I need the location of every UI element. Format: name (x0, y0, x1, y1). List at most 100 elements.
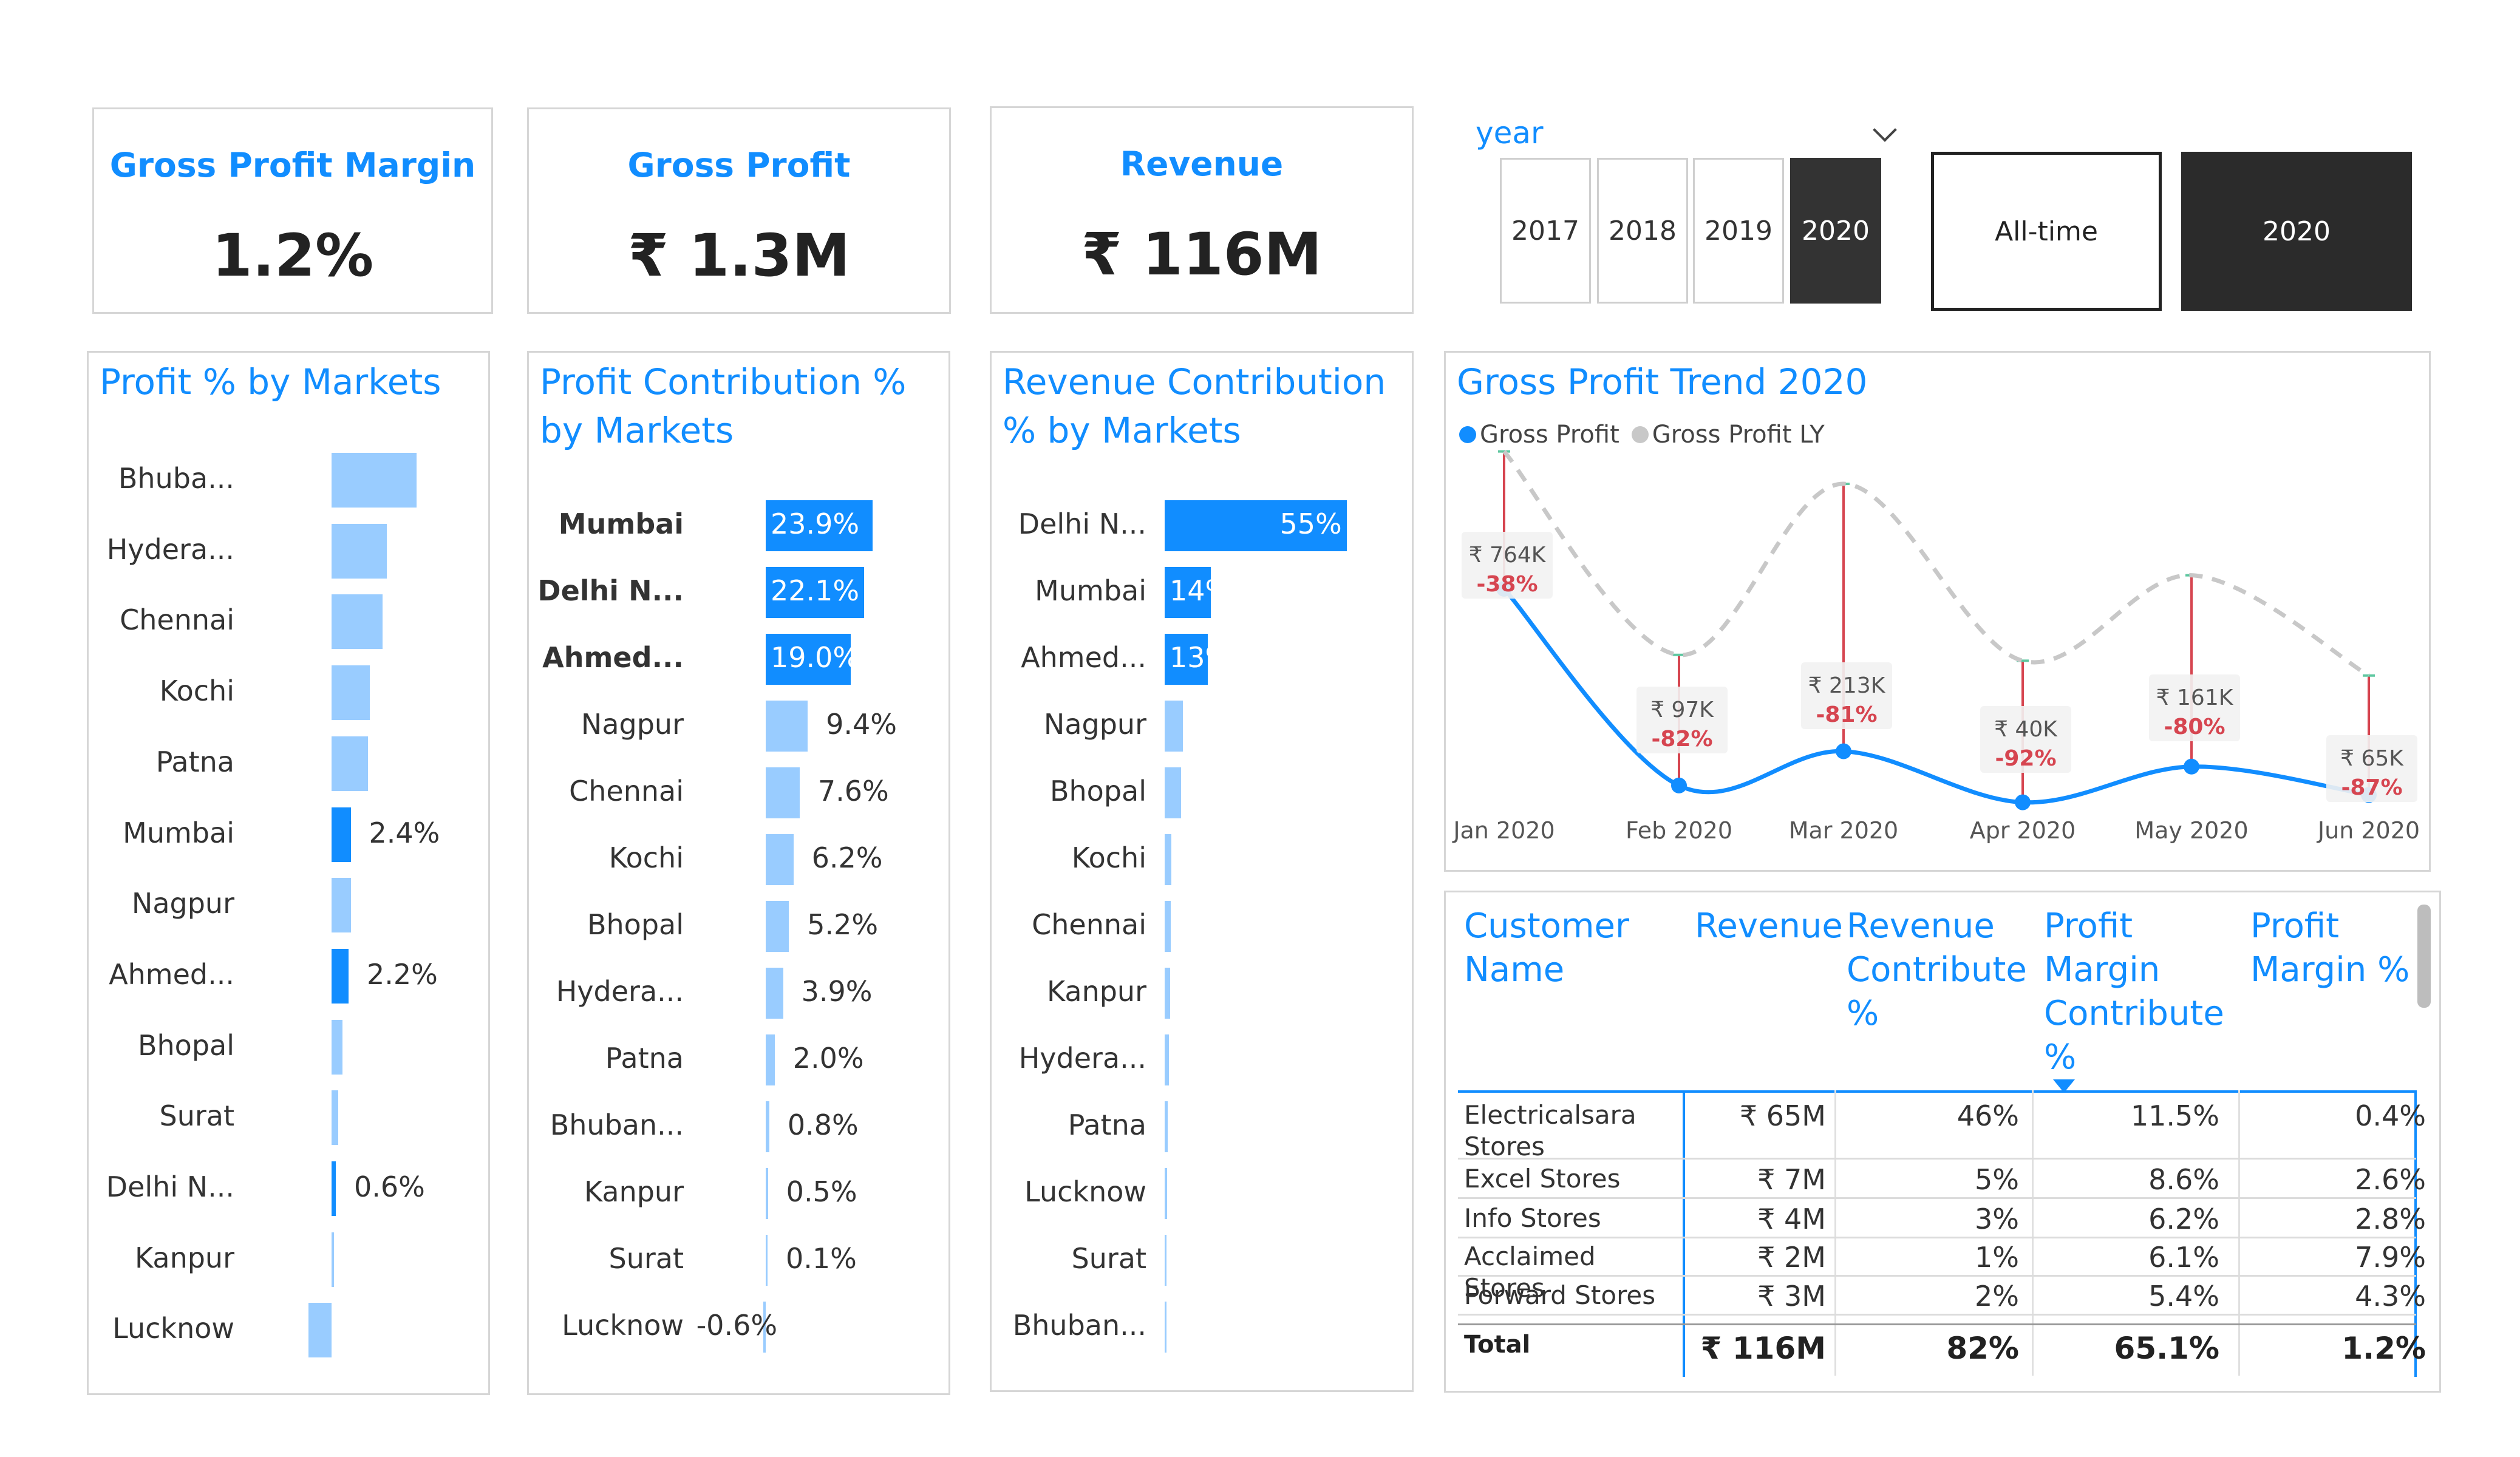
customer-name-cell: Electricalsara Stores (1464, 1100, 1636, 1161)
market-label: Hydera... (106, 532, 234, 566)
customer-table-panel: Customer Name Revenue Revenue Contribute… (1444, 891, 2441, 1393)
table-cell: 5.4% (2148, 1280, 2219, 1313)
market-bar[interactable] (332, 948, 349, 1004)
market-bar[interactable] (1165, 1235, 1166, 1286)
market-label: Kochi (159, 674, 234, 708)
market-bar[interactable] (1165, 1034, 1169, 1085)
table-cell: 8.6% (2148, 1163, 2219, 1196)
market-label: Nagpur (581, 708, 684, 741)
chevron-down-icon[interactable] (1873, 118, 1897, 142)
table-cell: ₹ 3M (1757, 1280, 1826, 1313)
table-cell: 46% (1956, 1099, 2019, 1132)
panel-title: Profit Contribution % by Markets (540, 361, 907, 451)
market-bar[interactable] (332, 878, 351, 933)
market-bar[interactable] (766, 901, 789, 952)
market-bar[interactable] (766, 834, 794, 885)
kpi-title: Gross Profit (627, 146, 851, 185)
market-label: Delhi N... (1018, 508, 1146, 540)
market-bar[interactable] (332, 1090, 338, 1146)
market-bar[interactable] (1165, 1168, 1168, 1219)
market-bar[interactable] (332, 1161, 336, 1216)
market-bar[interactable] (766, 1101, 769, 1152)
year-option-2018[interactable]: 2018 (1597, 158, 1688, 304)
year-slicer-label: year (1476, 115, 1544, 151)
market-bar[interactable] (1165, 834, 1171, 885)
year-option-2017[interactable]: 2017 (1500, 158, 1591, 304)
market-bar[interactable] (1165, 968, 1170, 1019)
market-bar[interactable] (332, 594, 383, 650)
market-label: Bhopal (587, 908, 684, 941)
bar-value-label: 3.9% (801, 975, 873, 1008)
year-2020-button[interactable]: 2020 (2181, 152, 2412, 311)
bar-value-label: 19.0% (771, 641, 860, 674)
year-option-2019[interactable]: 2019 (1693, 158, 1784, 304)
bar-value-label: 0.1% (786, 1242, 857, 1275)
change-label: -38% (1476, 572, 1538, 597)
kpi-value: ₹ 1.3M (628, 222, 850, 290)
column-divider (2032, 1090, 2034, 1376)
market-bar[interactable] (308, 1303, 332, 1358)
total-cell: ₹ 116M (1700, 1331, 1826, 1366)
bar-value-label: 23.9% (771, 508, 860, 540)
market-bar[interactable] (766, 1235, 768, 1286)
table-cell: 1% (1975, 1241, 2019, 1274)
table-cell: 2.8% (2355, 1203, 2426, 1235)
market-label: Hydera... (556, 975, 684, 1008)
table-cell: 3% (1975, 1203, 2019, 1235)
market-label: Ahmed... (542, 641, 684, 674)
market-bar[interactable] (332, 453, 417, 508)
change-label: -82% (1651, 727, 1712, 752)
table-body: Electricalsara Stores ₹ 65M 46% 11.5% 0.4% Ex… (1446, 892, 2442, 1390)
table-cell: 7.9% (2355, 1241, 2426, 1274)
row-divider (1458, 1197, 2416, 1199)
panel-title: Revenue Contribution % by Markets (1003, 361, 1386, 451)
row-divider (1458, 1314, 2416, 1316)
kpi-title: Revenue (1120, 144, 1284, 183)
market-bar[interactable] (332, 736, 368, 791)
market-bar[interactable] (766, 1168, 768, 1219)
market-bar[interactable] (1165, 1302, 1166, 1353)
value-label: ₹ 97K (1650, 698, 1714, 722)
market-label: Hydera... (1018, 1042, 1146, 1075)
change-label: -80% (2164, 715, 2225, 739)
kpi-value: 1.2% (211, 222, 374, 290)
bar-value-label: 2.4% (369, 816, 440, 849)
total-cell: 82% (1946, 1331, 2019, 1366)
market-bar[interactable] (332, 1019, 342, 1075)
market-label: Lucknow (1024, 1175, 1146, 1208)
market-bar[interactable] (1165, 767, 1182, 818)
kpi-card-gross-profit-margin: Gross Profit Margin 1.2% (92, 107, 493, 314)
market-bar[interactable] (766, 701, 808, 752)
row-divider (1458, 1237, 2416, 1238)
total-label: Total (1464, 1331, 1531, 1359)
bar-value-label: 55% (1279, 508, 1342, 540)
column-divider (1834, 1090, 1836, 1376)
market-bar[interactable] (766, 1034, 775, 1085)
bar-value-label: 0.6% (354, 1170, 425, 1203)
year-option-2020[interactable]: 2020 (1790, 158, 1881, 304)
market-label: Chennai (1032, 908, 1146, 941)
bar-value-label: 2.0% (792, 1042, 864, 1075)
x-tick-label: Jan 2020 (1452, 817, 1555, 844)
year-slicer: year 2017 2018 2019 2020 (1476, 115, 1913, 310)
market-bar[interactable] (1165, 701, 1183, 752)
total-cell: 1.2% (2341, 1331, 2426, 1366)
bar-value-label: -0.6% (696, 1309, 778, 1342)
market-bar[interactable] (1165, 1101, 1168, 1152)
all-time-button[interactable]: All-time (1931, 152, 2162, 311)
data-point (1671, 777, 1687, 793)
market-bar[interactable] (332, 1232, 334, 1287)
market-label: Delhi N... (106, 1170, 234, 1203)
market-label: Kochi (608, 841, 684, 874)
market-bar[interactable] (332, 807, 351, 862)
bar-value-label: 7.6% (817, 775, 889, 807)
data-point (2184, 758, 2199, 775)
change-label: -81% (1816, 702, 1877, 727)
market-bar[interactable] (332, 523, 387, 579)
market-label: Mumbai (1035, 574, 1146, 607)
market-bar[interactable] (332, 665, 370, 721)
market-bar[interactable] (766, 968, 783, 1019)
market-bar[interactable] (1165, 901, 1171, 952)
market-label: Mumbai (558, 508, 684, 540)
market-bar[interactable] (766, 767, 800, 818)
